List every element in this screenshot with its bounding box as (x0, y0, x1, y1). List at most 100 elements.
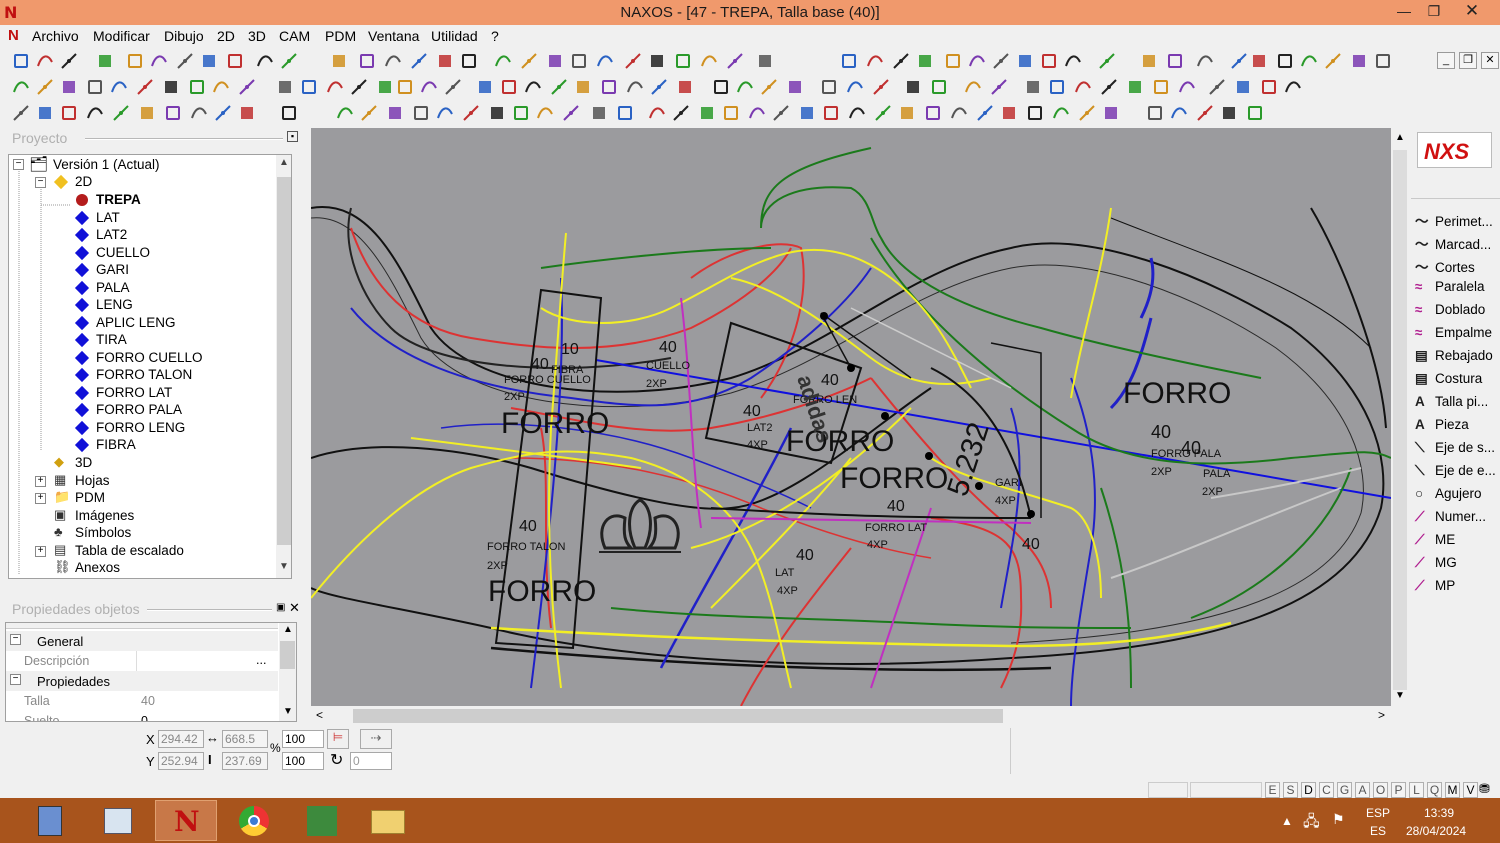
toolbar-tool-icon[interactable] (1170, 104, 1188, 122)
tree-node[interactable]: 3D (75, 455, 92, 470)
tool-item[interactable]: ⟋ MP (1415, 578, 1455, 600)
tool-item[interactable]: 〜 Perimet... (1415, 210, 1493, 232)
tool-item[interactable]: ≈ Doblado (1415, 302, 1485, 324)
toolbar-tool-icon[interactable] (138, 104, 156, 122)
toolbar-tool-icon[interactable] (1100, 78, 1118, 96)
toolbar-tool-icon[interactable] (964, 78, 982, 96)
toolbar-tool-icon[interactable] (336, 104, 354, 122)
toolbar-tool-icon[interactable] (176, 52, 194, 70)
toolbar-tool-icon[interactable] (1016, 52, 1034, 70)
toolbar-tool-icon[interactable] (1102, 104, 1120, 122)
toolbar-tool-icon[interactable] (1262, 80, 1276, 94)
toolbar-tool-icon[interactable] (128, 54, 142, 68)
tree-piece[interactable]: FORRO CUELLO (96, 350, 203, 365)
tree-piece[interactable]: LAT (96, 210, 120, 225)
tool-item[interactable]: ⟍ Eje de e... (1415, 463, 1496, 485)
toolbar-tool-icon[interactable] (488, 104, 506, 122)
toolbar-tool-icon[interactable] (992, 52, 1010, 70)
pattern-drawing[interactable]: FORRO4040FORRO PALA2XP PALA2XPFORRO1040 FI… (311, 128, 1391, 706)
toolbar-tool-icon[interactable] (476, 78, 494, 96)
toolbar-tool-icon[interactable] (190, 104, 208, 122)
toolbar-tool-icon[interactable] (1350, 52, 1368, 70)
toolbar-tool-icon[interactable] (760, 78, 778, 96)
toolbar-tool-icon[interactable] (842, 54, 856, 68)
toolbar-tool-icon[interactable] (700, 52, 718, 70)
tool-item[interactable]: 〜 Cortes (1415, 256, 1475, 278)
toolbar-tool-icon[interactable] (60, 52, 78, 70)
menu-modificar[interactable]: Modificar (93, 28, 150, 44)
scale-y-field[interactable]: 100 (282, 752, 324, 770)
toolbar-tool-icon[interactable] (86, 104, 104, 122)
toolbar-tool-icon[interactable] (596, 52, 614, 70)
tree-piece[interactable]: GARI (96, 262, 129, 277)
toolbar-tool-icon[interactable] (932, 80, 946, 94)
toolbar-tool-icon[interactable] (14, 54, 28, 68)
toolbar-tool-icon[interactable] (12, 104, 30, 122)
menu-ventana[interactable]: Ventana (368, 28, 419, 44)
toolbar-tool-icon[interactable] (410, 52, 428, 70)
toolbar-tool-icon[interactable] (1196, 52, 1214, 70)
tree-piece[interactable]: FORRO TALON (96, 367, 192, 382)
row-suelto[interactable]: Suelto 0 (6, 711, 278, 721)
rotation-field[interactable]: 0 (350, 752, 392, 770)
toolbar-tool-icon[interactable] (1074, 78, 1092, 96)
tree-version[interactable]: Versión 1 (Actual) (53, 157, 160, 172)
toolbar-tool-icon[interactable] (360, 104, 378, 122)
close-panel-icon[interactable]: ✕ (289, 600, 300, 616)
group-general[interactable]: − General (6, 631, 278, 651)
toolbar-tool-icon[interactable] (550, 78, 568, 96)
toolbar-tool-icon[interactable] (228, 54, 242, 68)
toolbar-tool-icon[interactable] (1148, 106, 1162, 120)
toolbar-tool-icon[interactable] (822, 80, 836, 94)
tree-piece[interactable]: TREPA (96, 192, 141, 207)
drawing-canvas[interactable]: FORRO 40 40 FORRO PALA 2XP PALA 2XP FORRO 10 40 FI… (311, 128, 1391, 706)
tool-item[interactable]: ≈ Empalme (1415, 325, 1492, 347)
tree-2d[interactable]: 2D (75, 174, 92, 189)
menu-2d[interactable]: 2D (217, 28, 235, 44)
toolbar-tool-icon[interactable] (726, 52, 744, 70)
toolbar-tool-icon[interactable] (436, 52, 454, 70)
app-task-icon[interactable] (291, 800, 353, 841)
toolbar-tool-icon[interactable] (282, 106, 296, 120)
toolbar-tool-icon[interactable] (36, 78, 54, 96)
collapse-version-toggle[interactable]: − (13, 159, 24, 170)
menu-dibujo[interactable]: Dibujo (164, 28, 204, 44)
tree-piece[interactable]: FORRO LENG (96, 420, 185, 435)
tree-piece[interactable]: FORRO LAT (96, 385, 172, 400)
toolbar-tool-icon[interactable] (524, 78, 542, 96)
snap-toggle[interactable]: A (1355, 782, 1370, 798)
tree-node[interactable]: PDM (75, 490, 105, 505)
row-talla[interactable]: Talla 40 (6, 691, 278, 711)
scale-lock-icon[interactable]: ⊨ (327, 729, 349, 749)
toolbar-tool-icon[interactable] (676, 78, 694, 96)
toolbar-tool-icon[interactable] (436, 104, 454, 122)
mdi-restore-button[interactable]: ❐ (1459, 52, 1477, 69)
toolbar-tool-icon[interactable] (1154, 80, 1168, 94)
toolbar-tool-icon[interactable] (462, 104, 480, 122)
menu-help[interactable]: ? (491, 28, 499, 44)
tool-item[interactable]: ⟋ MG (1415, 555, 1457, 577)
canvas-hscrollbar[interactable]: < > (311, 706, 1391, 726)
toolbar-tool-icon[interactable] (414, 106, 428, 120)
toolbar-tool-icon[interactable] (1078, 104, 1096, 122)
snap-toggle[interactable]: E (1265, 782, 1280, 798)
toolbar-tool-icon[interactable] (420, 78, 438, 96)
toolbar-tool-icon[interactable] (384, 52, 402, 70)
tool-item[interactable]: ⟍ Eje de s... (1415, 440, 1495, 462)
tool-item[interactable]: ▤ Costura (1415, 371, 1482, 393)
toolbar-tool-icon[interactable] (280, 52, 298, 70)
snap-toggle[interactable]: G (1337, 782, 1352, 798)
toolbar-tool-icon[interactable] (898, 104, 916, 122)
toolbar-tool-icon[interactable] (36, 104, 54, 122)
toolbar-tool-icon[interactable] (536, 104, 554, 122)
pin-icon[interactable]: ▣ (276, 602, 285, 613)
x-field[interactable]: 294.42 (158, 730, 204, 748)
menu-pdm[interactable]: PDM (325, 28, 356, 44)
toolbar-tool-icon[interactable] (676, 54, 690, 68)
tray-arrow-icon[interactable]: ▲ (1281, 814, 1293, 828)
toolbar-tool-icon[interactable] (772, 104, 790, 122)
toolbar-tool-icon[interactable] (238, 78, 256, 96)
toolbar-tool-icon[interactable] (976, 104, 994, 122)
tree-node[interactable]: Imágenes (75, 508, 134, 523)
toolbar-tool-icon[interactable] (724, 106, 738, 120)
